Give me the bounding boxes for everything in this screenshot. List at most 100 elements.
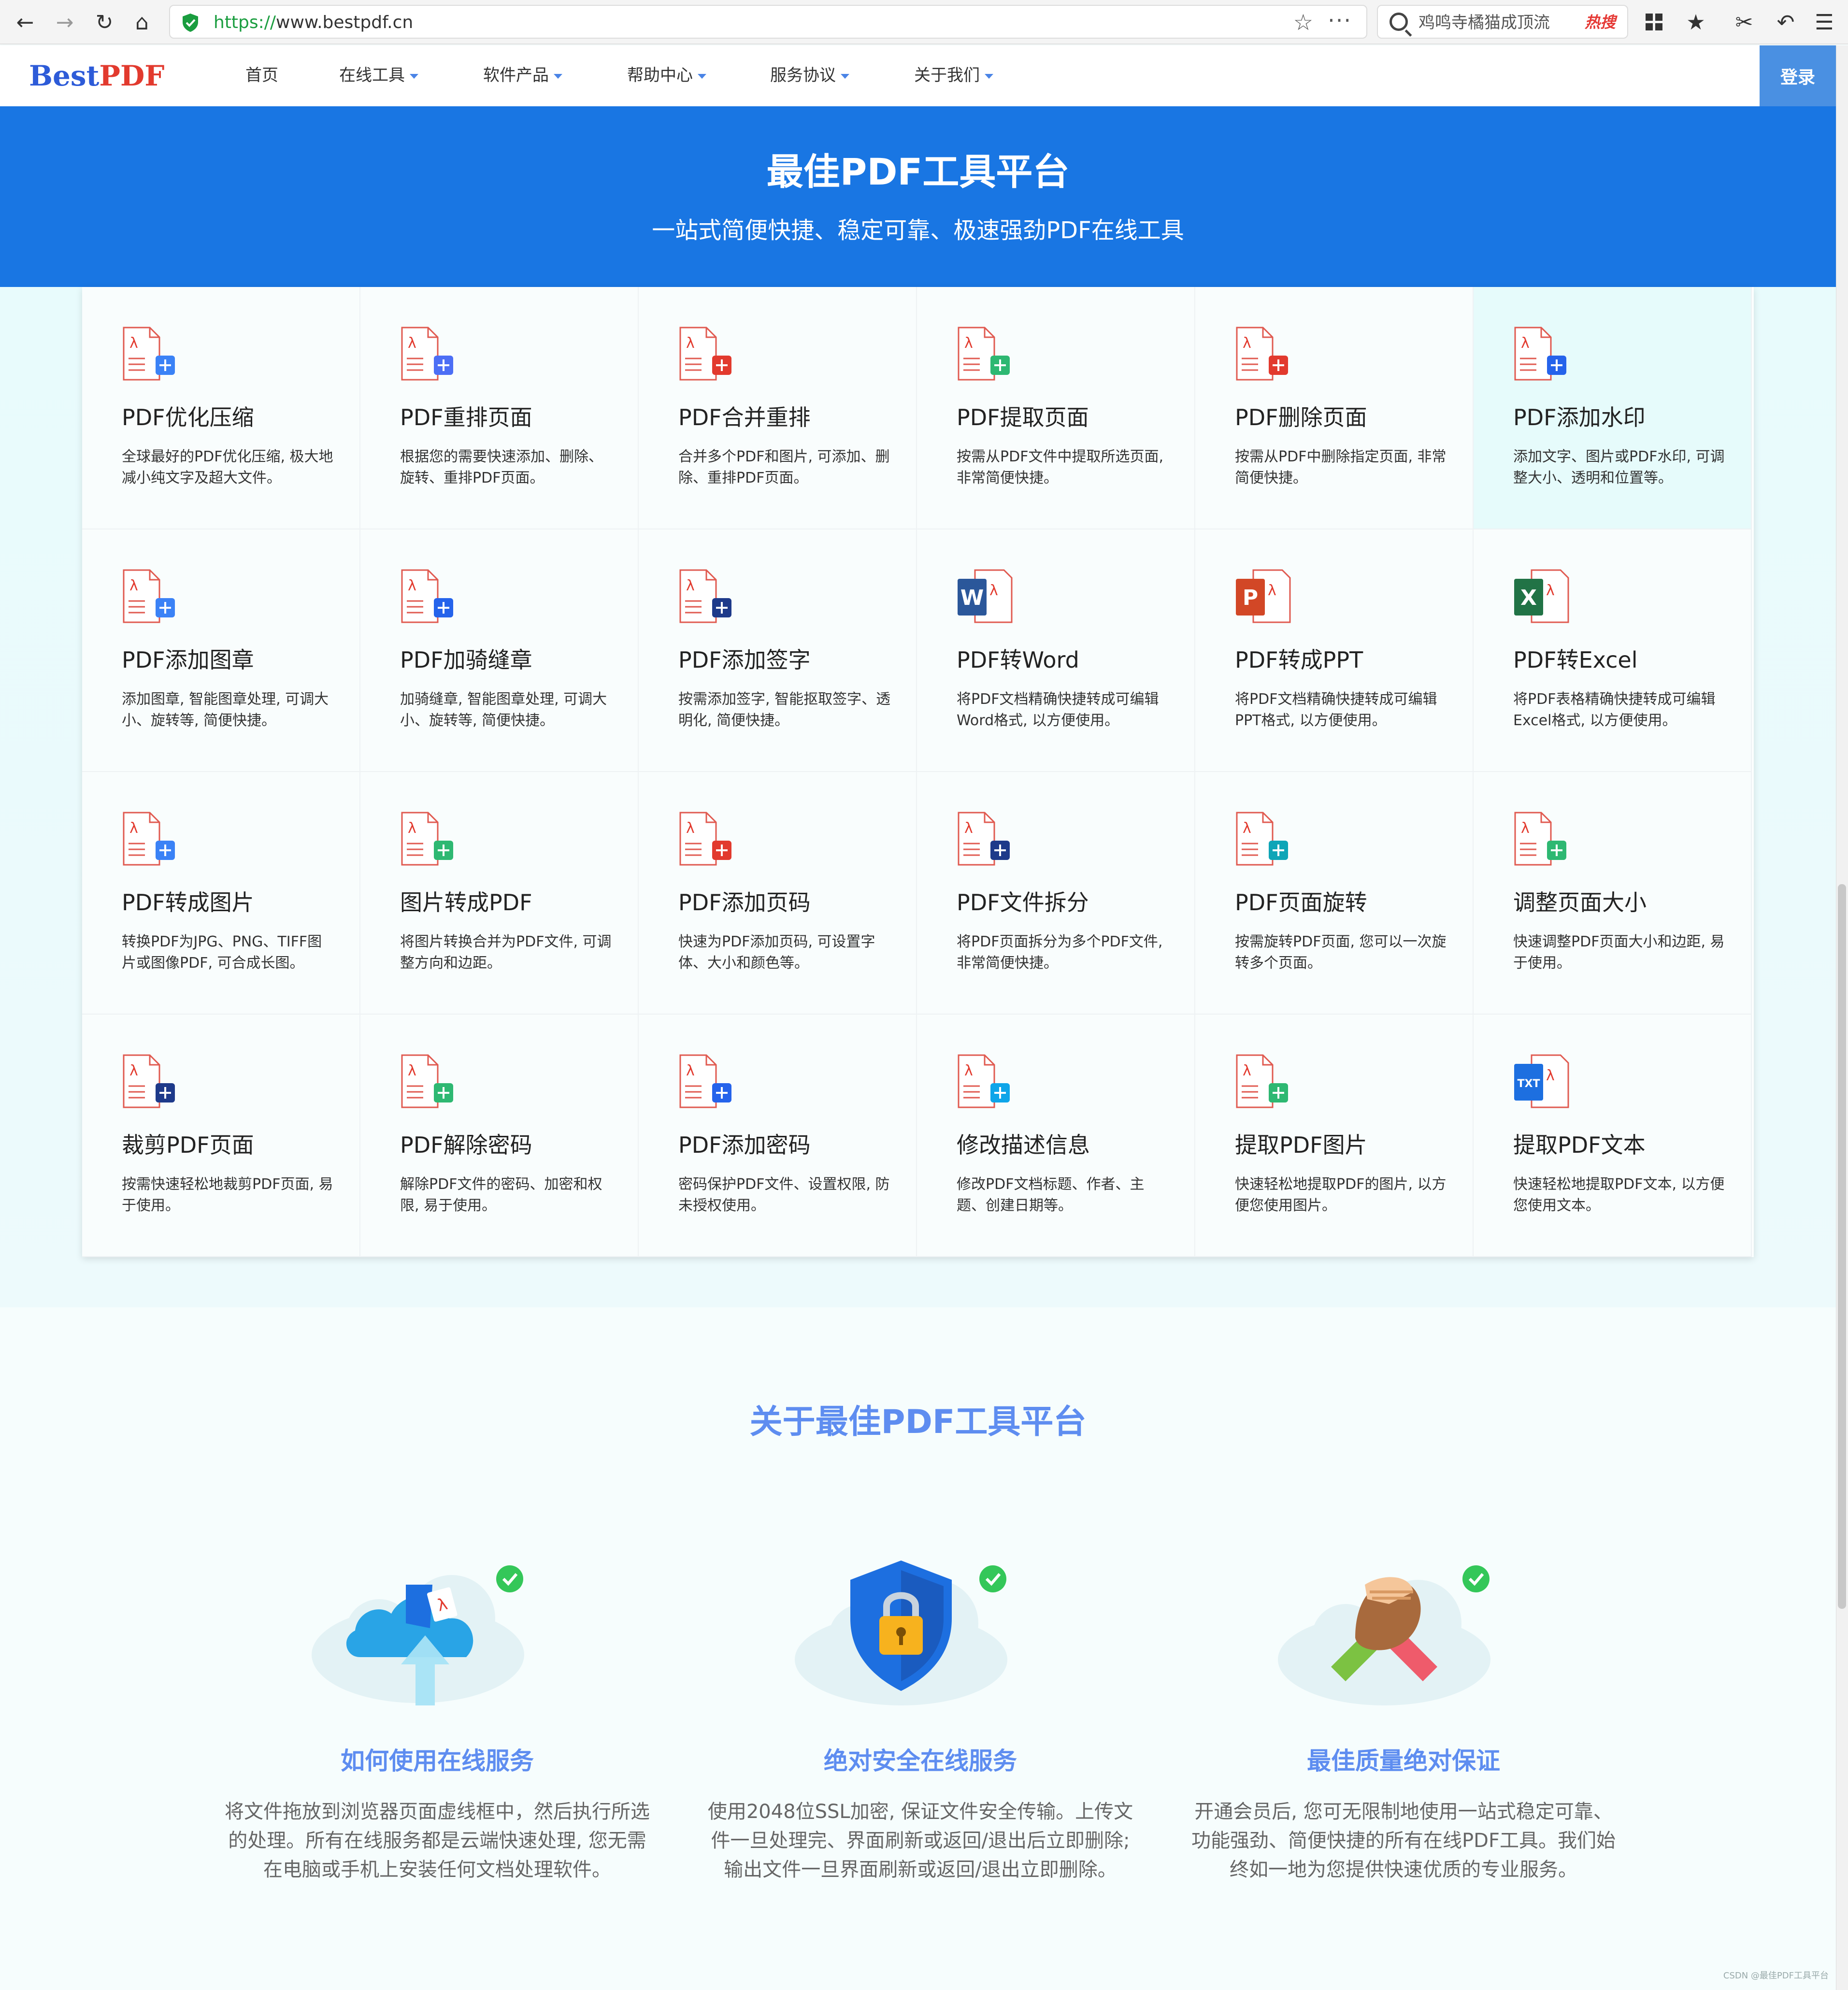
svg-text:P: P (1243, 586, 1258, 610)
nav-home[interactable]: 首页 (245, 64, 278, 87)
tool-desc: 合并多个PDF和图片, 可添加、删除、重排PDF页面。 (678, 448, 890, 487)
unlock-icon: λ (401, 1054, 453, 1108)
tool-card[interactable]: λ PDF文件拆分 将PDF页面拆分为多个PDF文件, 非常简便快捷。 (917, 772, 1195, 1015)
crop-icon: λ (123, 1054, 175, 1108)
svg-text:λ: λ (1521, 335, 1530, 352)
tool-desc: 密码保护PDF文件、设置权限, 防未授权使用。 (678, 1176, 890, 1214)
svg-text:λ: λ (964, 1062, 973, 1079)
tool-desc: 将PDF文档精确快捷转成可编辑PPT格式, 以方便使用。 (1235, 691, 1437, 729)
nav-software[interactable]: 软件产品 (483, 64, 562, 87)
hot-search-badge[interactable]: 热搜 (1585, 12, 1616, 33)
scrollbar-thumb[interactable] (1838, 884, 1846, 1609)
tool-card[interactable]: λ PDF加骑缝章加骑缝章, 智能图章处理, 可调大小、旋转等, 简便快捷。 (360, 530, 639, 772)
tool-desc: 将图片转换合并为PDF文件, 可调整方向和边距。 (400, 933, 612, 972)
tool-title: PDF解除密码 (400, 1132, 532, 1158)
bookmark-star-icon[interactable]: ☆ (1293, 10, 1313, 35)
tool-title: PDF重排页面 (400, 404, 532, 430)
tool-card[interactable]: λ 修改描述信息 修改PDF文档标题、作者、主题、创建日期等。 (917, 1015, 1195, 1257)
handshake-icon (1278, 1565, 1490, 1705)
tool-card[interactable]: λ PDF重排页面 根据您的需要快速添加、删除、旋转、重排PDF页面。 (360, 287, 639, 530)
search-query: 鸡鸣寺橘猫成顶流 (1418, 13, 1550, 32)
svg-text:λ: λ (408, 577, 416, 594)
tool-card[interactable]: λ PDF转成图片 转换PDF为JPG、PNG、TIFF图片或图像PDF, 可合成长… (82, 772, 360, 1015)
nav-terms[interactable]: 服务协议 (770, 64, 849, 87)
login-button[interactable]: 登录 (1760, 45, 1836, 106)
feature-title: 最佳质量绝对保证 (1307, 1747, 1500, 1775)
svg-text:λ: λ (129, 335, 138, 352)
tool-card[interactable]: λ PDF提取页面 按需从PDF文件中提取所选页面, 非常简便快捷。 (917, 287, 1195, 530)
tool-card[interactable]: λ PDF添加页码 快速为PDF添加页码, 可设置字体、大小和颜色等。 (639, 772, 917, 1015)
more-icon[interactable]: ··· (1328, 8, 1352, 33)
svg-text:W: W (960, 586, 984, 610)
split-icon: λ (958, 812, 1010, 866)
stamp-icon: λ (123, 569, 175, 623)
pdf-to-image-icon: λ (123, 812, 175, 866)
tool-card[interactable]: λ PDF添加签字 按需添加签字, 智能抠取签字、透明化, 简便快捷。 (639, 530, 917, 772)
svg-text:λ: λ (686, 577, 695, 594)
svg-text:λ: λ (964, 335, 973, 352)
nav-label: 服务协议 (770, 66, 836, 85)
tool-desc: 将PDF表格精确快捷转成可编辑Excel格式, 以方便使用。 (1513, 691, 1716, 729)
menu-icon[interactable]: ☰ (1810, 8, 1839, 37)
tool-desc: 全球最好的PDF优化压缩, 极大地减小纯文字及超大文件。 (122, 448, 333, 487)
nav-about[interactable]: 关于我们 (914, 64, 993, 87)
tool-card[interactable]: λ PDF优化压缩全球最好的PDF优化压缩, 极大地减小纯文字及超大文件。 (82, 287, 360, 530)
tool-card[interactable]: λ PDF页面旋转 按需旋转PDF页面, 您可以一次旋转多个页面。 (1195, 772, 1474, 1015)
search-box[interactable]: 鸡鸣寺橘猫成顶流 热搜 (1377, 5, 1628, 39)
tool-title: PDF转成图片 (122, 889, 254, 916)
tool-card[interactable]: λ PDF添加图章 添加图章, 智能图章处理, 可调大小、旋转等, 简便快捷。 (82, 530, 360, 772)
undo-icon[interactable]: ↶ (1771, 8, 1800, 37)
tool-card[interactable]: λ P PDF转成PPT 将PDF文档精确快捷转成可编辑PPT格式, 以方便使用。 (1195, 530, 1474, 772)
tool-title: PDF加骑缝章 (400, 647, 532, 673)
nav-label: 软件产品 (483, 66, 549, 85)
tool-card[interactable]: λ 提取PDF图片 快速轻松地提取PDF的图片, 以方便您使用图片。 (1195, 1015, 1474, 1257)
about-title: 关于最佳PDF工具平台 (749, 1403, 1087, 1441)
tool-desc: 将PDF文档精确快捷转成可编辑Word格式, 以方便使用。 (957, 691, 1159, 729)
tool-card[interactable]: λ PDF添加水印 添加文字、图片或PDF水印, 可调整大小、透明和位置等。 (1474, 287, 1752, 530)
tool-desc: 加骑缝章, 智能图章处理, 可调大小、旋转等, 简便快捷。 (400, 691, 607, 729)
tool-desc: 按需旋转PDF页面, 您可以一次旋转多个页面。 (1235, 933, 1447, 972)
svg-text:λ: λ (1243, 335, 1251, 352)
apps-grid-icon[interactable] (1640, 8, 1669, 37)
tool-title: PDF添加签字 (678, 647, 811, 673)
page-number-icon: λ (679, 812, 731, 866)
reload-icon[interactable]: ↻ (90, 8, 119, 37)
tool-card[interactable]: λ PDF添加密码 密码保护PDF文件、设置权限, 防未授权使用。 (639, 1015, 917, 1257)
tool-card[interactable]: λ PDF合并重排 合并多个PDF和图片, 可添加、删除、重排PDF页面。 (639, 287, 917, 530)
nav-label: 在线工具 (339, 66, 405, 85)
tool-title: 裁剪PDF页面 (122, 1132, 254, 1158)
nav-online-tools[interactable]: 在线工具 (339, 64, 418, 87)
tool-card[interactable]: λ 裁剪PDF页面 按需快速轻松地裁剪PDF页面, 易于使用。 (82, 1015, 360, 1257)
tool-card[interactable]: λ X PDF转Excel 将PDF表格精确快捷转成可编辑Excel格式, 以方便使用… (1474, 530, 1752, 772)
tool-card[interactable]: λ PDF删除页面 按需从PDF中删除指定页面, 非常简便快捷。 (1195, 287, 1474, 530)
tool-title: PDF提取页面 (957, 404, 1089, 430)
tool-card[interactable]: λ PDF解除密码 解除PDF文件的密码、加密和权限, 易于使用。 (360, 1015, 639, 1257)
address-bar[interactable]: https://www.bestpdf.cn ☆ ··· (169, 5, 1367, 39)
nav-help[interactable]: 帮助中心 (627, 64, 706, 87)
tool-desc: 修改PDF文档标题、作者、主题、创建日期等。 (957, 1176, 1145, 1214)
favorites-icon[interactable]: ★ (1681, 8, 1710, 37)
feature-title: 绝对安全在线服务 (824, 1747, 1017, 1775)
back-icon[interactable]: ← (11, 8, 40, 37)
word-icon: λW (958, 569, 1013, 623)
svg-text:λ: λ (1268, 582, 1276, 599)
site-logo[interactable]: BestPDF (29, 60, 164, 92)
tool-title: PDF页面旋转 (1235, 889, 1367, 916)
watermark: CSDN @最佳PDF工具平台 (1723, 1971, 1829, 1981)
home-icon[interactable]: ⌂ (128, 8, 157, 37)
site-header: BestPDF 首页 在线工具 软件产品 帮助中心 服务协议 关于我们 登录 (0, 45, 1836, 106)
feature-title: 如何使用在线服务 (341, 1747, 534, 1775)
cloud-upload-icon: λ (312, 1565, 524, 1705)
tool-card[interactable]: λ TXT 提取PDF文本 快速轻松地提取PDF文本, 以方便您使用文本。 (1474, 1015, 1752, 1257)
tool-card[interactable]: λ W PDF转Word 将PDF文档精确快捷转成可编辑Word格式, 以方便使用。 (917, 530, 1195, 772)
svg-text:λ: λ (129, 1062, 138, 1079)
forward-icon[interactable]: → (50, 8, 79, 37)
screenshot-scissors-icon[interactable]: ✂ (1730, 8, 1759, 37)
chevron-down-icon (698, 73, 706, 79)
tool-card[interactable]: λ 调整页面大小 快速调整PDF页面大小和边距, 易于使用。 (1474, 772, 1752, 1015)
feature-desc: 将文件拖放到浏览器页面虚线框中，然后执行所选的处理。所有在线服务都是云端快速处理… (225, 1801, 650, 1881)
url-text: https://www.bestpdf.cn (214, 12, 413, 34)
tool-card[interactable]: λ 图片转成PDF 将图片转换合并为PDF文件, 可调整方向和边距。 (360, 772, 639, 1015)
tool-title: PDF优化压缩 (122, 404, 254, 430)
logo-part-pdf: PDF (99, 59, 165, 92)
